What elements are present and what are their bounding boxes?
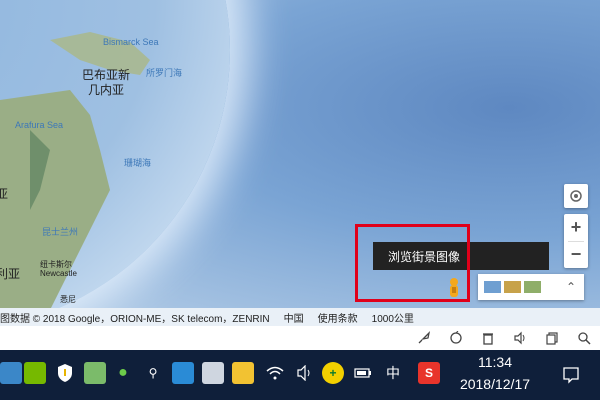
clock-date[interactable]: 2018/12/17 (440, 376, 550, 392)
speaker-icon[interactable] (294, 362, 316, 384)
wifi-icon[interactable] (264, 362, 286, 384)
sydney-label: 悉尼 (60, 295, 76, 304)
trash-icon[interactable] (472, 331, 504, 345)
battery-icon[interactable] (352, 362, 374, 384)
usb-icon[interactable]: ⚲ (142, 362, 164, 384)
rocket-icon[interactable] (408, 331, 440, 345)
map-view[interactable]: Bismarck Sea 巴布亚新 几内亚 所罗门海 Arafura Sea 珊… (0, 0, 600, 308)
imagery-layers[interactable]: ⌃ (478, 274, 584, 300)
layer-thumb-2[interactable] (504, 281, 521, 293)
target-icon (570, 190, 582, 202)
network-manager-icon[interactable] (84, 362, 106, 384)
expand-chevron-icon[interactable]: ⌃ (566, 280, 576, 294)
browser-toolbar (0, 326, 600, 350)
volume-icon[interactable] (504, 331, 536, 345)
search-icon[interactable] (568, 331, 600, 345)
queensland-label: 昆士兰州 (42, 227, 79, 237)
app-icon-1[interactable] (0, 362, 22, 384)
png-label-line2: 几内亚 (88, 83, 125, 97)
solomon-sea-label: 所罗门海 (146, 68, 183, 78)
copyright-text: 图数据 © 2018 Google，ORION-ME，SK telecom，ZE… (0, 313, 270, 325)
zoom-in-button[interactable]: + (571, 215, 582, 241)
scale-label: 1000公里 (371, 313, 414, 325)
layer-thumb-3[interactable] (524, 281, 541, 293)
terms-link[interactable]: 使用条款 (318, 310, 358, 325)
wechat-icon[interactable]: ● (112, 362, 134, 384)
newcastle-label: Newcastle (40, 269, 77, 278)
layer-thumb-1[interactable] (484, 281, 501, 293)
copy-icon[interactable] (536, 331, 568, 345)
notification-icon[interactable] (560, 364, 582, 386)
pegman-icon[interactable] (445, 276, 463, 300)
sync-icon[interactable] (172, 362, 194, 384)
ime-indicator[interactable]: 中 (382, 362, 404, 384)
region-left-label: 亚 (0, 187, 9, 201)
nvidia-icon[interactable] (24, 362, 46, 384)
zoom-control: + − (564, 214, 588, 268)
australia-label: 利亚 (0, 267, 21, 281)
map-attribution: 图数据 © 2018 Google，ORION-ME，SK telecom，ZE… (0, 308, 600, 326)
sogou-icon[interactable]: S (418, 362, 440, 384)
qq-icon[interactable] (232, 362, 254, 384)
my-location-button[interactable] (564, 184, 588, 208)
clock-time[interactable]: 11:34 (440, 354, 550, 370)
mouse-icon[interactable] (202, 362, 224, 384)
bismarck-sea-label: Bismarck Sea (103, 37, 159, 47)
country-label: 中国 (283, 313, 304, 325)
arafura-sea-label: Arafura Sea (15, 120, 64, 130)
zoom-out-button[interactable]: − (571, 242, 582, 268)
security-warning-icon[interactable] (54, 362, 76, 384)
refresh-icon[interactable] (440, 331, 472, 345)
coral-sea-label: 珊瑚海 (124, 158, 152, 168)
plus-app-icon[interactable]: + (322, 362, 344, 384)
